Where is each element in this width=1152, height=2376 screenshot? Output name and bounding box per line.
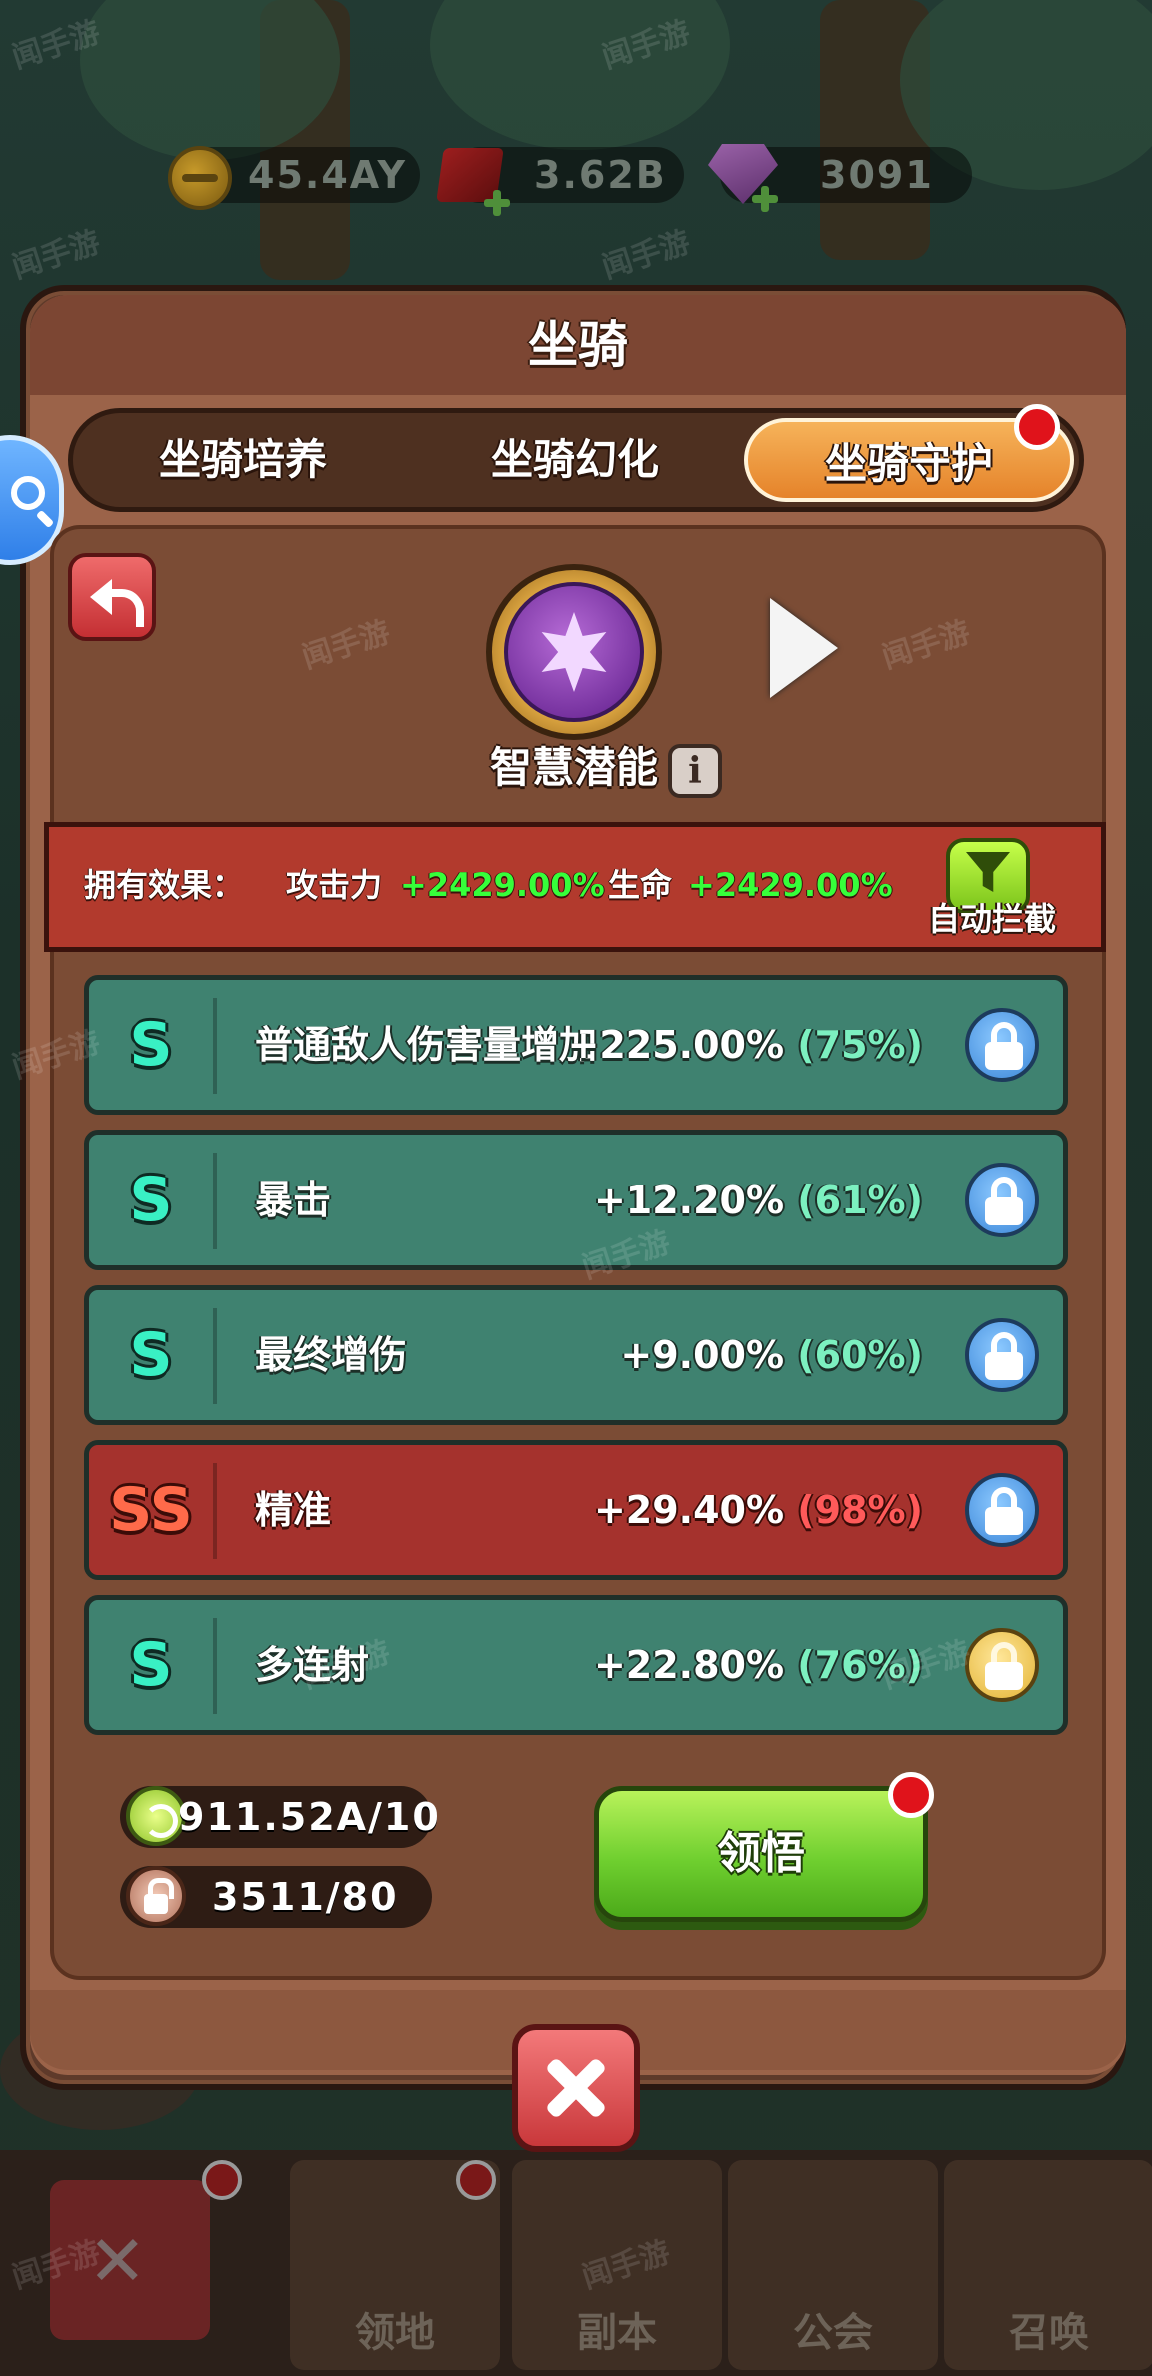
ruby-amount: 3.62B xyxy=(534,153,667,197)
grade-badge: S xyxy=(129,1165,173,1235)
hp-label: 生命 xyxy=(608,866,673,904)
row-divider xyxy=(213,1153,217,1249)
diamond-plus-icon[interactable] xyxy=(752,186,778,212)
tab-mount-training[interactable]: 坐骑培养 xyxy=(78,418,408,502)
nav-badge-dot xyxy=(456,2160,496,2200)
nav-item-summon[interactable]: 召唤 xyxy=(944,2160,1152,2370)
row-divider xyxy=(213,1463,217,1559)
row-divider xyxy=(213,1618,217,1714)
next-arrow-button[interactable] xyxy=(770,598,838,698)
search-icon xyxy=(11,476,45,510)
nav-badge-dot xyxy=(202,2160,242,2200)
grade-badge: S xyxy=(129,1320,173,1390)
gold-coin-icon xyxy=(168,146,232,210)
nav-item-label: 公会 xyxy=(793,2310,873,2356)
lock-stone-icon xyxy=(126,1866,186,1926)
stat-percent: (60%) xyxy=(797,1333,923,1377)
potential-stone-count: 911.52A/10 xyxy=(178,1795,441,1839)
grade-badge: S xyxy=(129,1010,173,1080)
stat-row[interactable]: S 普通敌人伤害量增加 +225.00% (75%) xyxy=(84,975,1068,1115)
stat-name: 暴击 xyxy=(255,1178,332,1222)
stat-name: 最终增伤 xyxy=(255,1333,408,1377)
stat-value-group: +9.00% (60%) xyxy=(620,1290,923,1420)
stat-row[interactable]: SS 精准 +29.40% (98%) xyxy=(84,1440,1068,1580)
stat-name: 精准 xyxy=(255,1488,332,1532)
stat-value: +29.40% xyxy=(593,1488,785,1532)
grade-badge: SS xyxy=(109,1475,193,1545)
lock-icon[interactable] xyxy=(965,1008,1039,1082)
nav-item-label: 领地 xyxy=(355,2310,435,2356)
ruby-plus-icon[interactable] xyxy=(484,190,510,216)
stat-value: +9.00% xyxy=(620,1333,785,1377)
stat-value-group: +22.80% (76%) xyxy=(594,1600,923,1730)
stat-value: +22.80% xyxy=(593,1643,785,1687)
stat-percent: (75%) xyxy=(797,1023,923,1067)
comprehend-notification-dot xyxy=(888,1772,934,1818)
nav-item-label: 副本 xyxy=(577,2310,657,2356)
close-button[interactable] xyxy=(512,2024,640,2152)
owned-effect-label: 拥有效果： xyxy=(84,866,245,904)
attack-value: +2429.00% xyxy=(400,866,605,904)
hp-value: +2429.00% xyxy=(688,866,893,904)
grade-badge: S xyxy=(129,1630,173,1700)
row-divider xyxy=(213,998,217,1094)
tab-notification-dot xyxy=(1014,404,1060,450)
stat-value-group: +225.00% (75%) xyxy=(568,980,924,1110)
nav-item-label: 召唤 xyxy=(1009,2310,1089,2356)
back-button[interactable] xyxy=(68,553,156,641)
modal-title: 坐骑 xyxy=(528,316,628,374)
unlock-icon[interactable] xyxy=(965,1628,1039,1702)
row-divider xyxy=(213,1308,217,1404)
diamond-amount: 3091 xyxy=(820,153,934,197)
stat-row[interactable]: S 最终增伤 +9.00% (60%) xyxy=(84,1285,1068,1425)
tab-mount-transform[interactable]: 坐骑幻化 xyxy=(410,418,740,502)
stat-value: +225.00% xyxy=(567,1023,785,1067)
lock-icon[interactable] xyxy=(965,1318,1039,1392)
comprehend-button-label[interactable]: 领悟 xyxy=(594,1786,928,1922)
nav-item-guild[interactable]: 公会 xyxy=(728,2160,938,2370)
attack-label: 攻击力 xyxy=(286,866,383,904)
stat-value: +12.20% xyxy=(593,1178,785,1222)
info-button[interactable]: i xyxy=(668,744,722,798)
potential-stone-icon xyxy=(126,1786,186,1846)
lock-icon[interactable] xyxy=(965,1163,1039,1237)
lock-icon[interactable] xyxy=(965,1473,1039,1547)
stat-name: 普通敌人伤害量增加 xyxy=(255,1023,598,1067)
auto-intercept-label: 自动拦截 xyxy=(927,900,1056,938)
stat-percent: (61%) xyxy=(797,1178,923,1222)
gold-amount: 45.4AY xyxy=(248,153,408,197)
guardian-name: 智慧潜能 xyxy=(490,743,659,792)
stat-percent: (98%) xyxy=(797,1488,923,1532)
lock-stone-count: 3511/80 xyxy=(212,1875,399,1919)
stat-value-group: +29.40% (98%) xyxy=(594,1445,923,1575)
